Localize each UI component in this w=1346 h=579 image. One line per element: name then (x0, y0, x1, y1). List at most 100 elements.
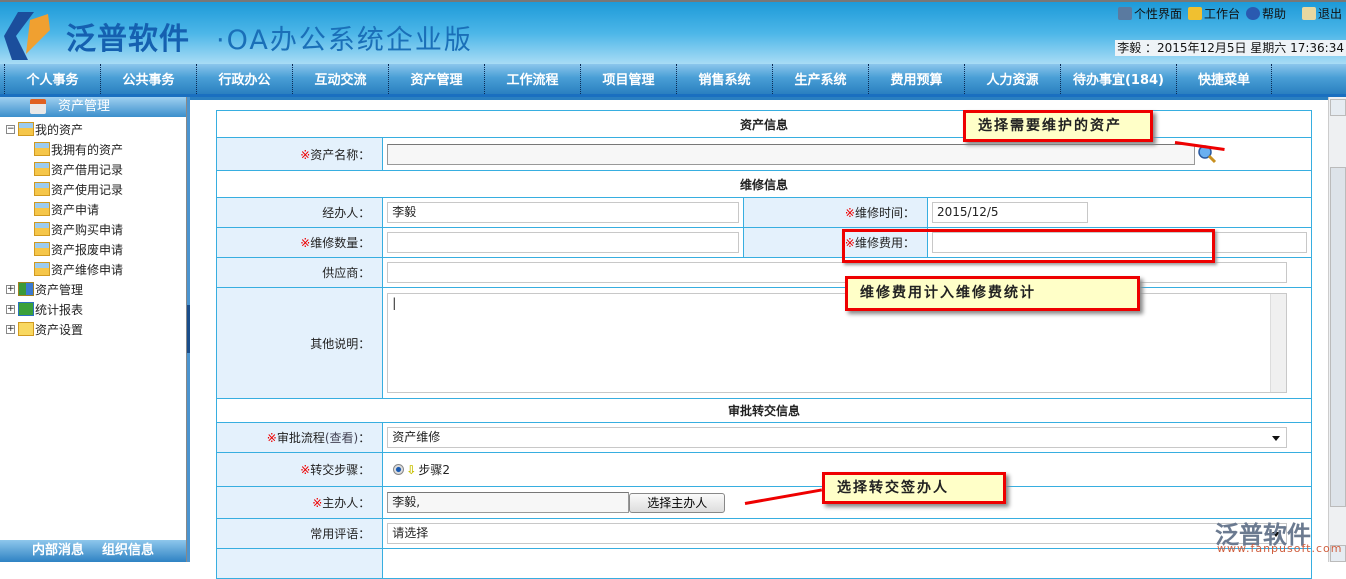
section-approval-info: 审批转交信息 (216, 398, 1312, 423)
repair-form-panel: 资产信息 ※资产名称： 维修信息 经办人： 李毅 ※维修时间： 2015/12/… (190, 97, 1328, 579)
select-owner-button[interactable]: 选择主办人 (629, 492, 726, 513)
extra-row-value (382, 548, 1312, 579)
folder-icon (34, 262, 50, 276)
nav-communication[interactable]: 互动交流 (292, 64, 388, 94)
tree-item[interactable]: 资产使用记录 (6, 179, 186, 199)
highlight-cost-field (842, 229, 1215, 263)
nav-production[interactable]: 生产系统 (772, 64, 868, 94)
personalize-link[interactable]: 个性界面 (1117, 5, 1182, 22)
callout-cost: 维修费用计入维修费统计 (845, 276, 1140, 311)
step-radio[interactable]: ⇩ 步骤2 (387, 461, 450, 478)
checkmark-icon (18, 302, 34, 316)
tree-item[interactable]: 资产借用记录 (6, 159, 186, 179)
nav-workflow[interactable]: 工作流程 (484, 64, 580, 94)
radio-selected-icon[interactable] (393, 464, 405, 475)
tree-item[interactable]: 资产维修申请 (6, 259, 186, 279)
header-banner: 泛普软件 ·OA办公系统企业版 个性界面 工作台 帮助 退出 李毅 ：2015年… (0, 0, 1346, 64)
sidebar-title: 资产管理 (0, 97, 186, 117)
asset-tree: − 我的资产 我拥有的资产 资产借用记录 资产使用记录 资产申请 资产购买申请 资… (0, 117, 186, 339)
brand-name: 泛普软件 (66, 22, 190, 57)
supplier-label: 供应商： (215, 257, 384, 288)
nav-sales[interactable]: 销售系统 (676, 64, 772, 94)
textarea-scrollbar[interactable] (1270, 294, 1287, 392)
note-textarea[interactable]: | (387, 293, 1288, 393)
tree-item[interactable]: 我拥有的资产 (6, 139, 186, 159)
monitor-icon (1117, 7, 1132, 20)
tree-item[interactable]: 资产报废申请 (6, 239, 186, 259)
expand-icon[interactable]: + (6, 284, 15, 294)
owner-input[interactable]: 李毅, (387, 492, 630, 513)
comment-select[interactable]: 请选择 (387, 523, 1288, 544)
workbench-link[interactable]: 工作台 (1187, 5, 1240, 22)
folder-icon (34, 162, 50, 176)
repair-time-label: ※维修时间： (743, 197, 928, 228)
tree-label: 资产使用记录 (51, 182, 124, 197)
nav-admin[interactable]: 行政办公 (196, 64, 292, 94)
step-label-text: 步骤2 (418, 463, 450, 477)
owner-label: ※主办人： (215, 486, 384, 519)
nav-projects[interactable]: 项目管理 (580, 64, 676, 94)
tree-label: 资产设置 (35, 322, 84, 337)
expand-icon[interactable]: + (6, 324, 15, 334)
scroll-thumb[interactable] (1330, 167, 1346, 507)
main-nav: 个人事务 公共事务 行政办公 互动交流 资产管理 工作流程 项目管理 销售系统 … (0, 64, 1346, 97)
scroll-up-icon[interactable] (1330, 99, 1346, 116)
tree-item[interactable]: 资产购买申请 (6, 219, 186, 239)
tree-label: 我拥有的资产 (51, 142, 124, 157)
page-scrollbar[interactable] (1328, 97, 1346, 562)
nav-budget[interactable]: 费用预算 (868, 64, 964, 94)
nav-personal[interactable]: 个人事务 (4, 64, 100, 94)
asset-name-label: ※资产名称： (215, 137, 384, 171)
home-icon (30, 99, 46, 114)
section-repair-info: 维修信息 (216, 170, 1312, 198)
tree-my-assets[interactable]: − 我的资产 (6, 119, 186, 139)
nav-shortcuts[interactable]: 快捷菜单 (1176, 64, 1272, 94)
flow-label: ※审批流程(查看)： (215, 422, 384, 453)
sidebar-footer: 内部消息 组织信息 (0, 540, 186, 562)
asset-name-input[interactable] (387, 143, 1196, 165)
nav-public[interactable]: 公共事务 (100, 64, 196, 94)
tree-asset-management[interactable]: + 资产管理 (6, 279, 186, 299)
expand-icon[interactable]: + (6, 304, 15, 314)
view-flow-link[interactable]: (查看) (325, 431, 358, 445)
nav-hr[interactable]: 人力资源 (964, 64, 1060, 94)
tree-label: 资产购买申请 (51, 222, 124, 237)
note-label: 其他说明： (215, 287, 384, 399)
org-info-link[interactable]: 组织信息 (102, 540, 154, 562)
watermark-url: www.fanpusoft.com (1217, 542, 1343, 555)
nav-assets[interactable]: 资产管理 (388, 64, 484, 94)
nav-todo[interactable]: 待办事宜(184) (1060, 64, 1176, 94)
repair-time-input[interactable]: 2015/12/5 (932, 202, 1088, 223)
sidebar-title-text: 资产管理 (58, 99, 111, 114)
collapse-icon[interactable]: − (6, 124, 15, 134)
callout-select-asset: 选择需要维护的资产 (963, 110, 1153, 142)
flag-icon (1187, 7, 1202, 20)
folder-icon (34, 242, 50, 256)
repair-form: 资产信息 ※资产名称： 维修信息 经办人： 李毅 ※维修时间： 2015/12/… (215, 110, 1312, 579)
flow-select[interactable]: 资产维修 (387, 427, 1288, 448)
tree-settings[interactable]: + 资产设置 (6, 319, 186, 339)
blocks-icon (18, 282, 34, 296)
sidebar: 资产管理 − 我的资产 我拥有的资产 资产借用记录 资产使用记录 资产申请 资产购… (0, 97, 187, 562)
tree-reports[interactable]: + 统计报表 (6, 299, 186, 319)
tree-item[interactable]: 资产申请 (6, 199, 186, 219)
logo-icon (4, 12, 50, 60)
tree-label: 资产维修申请 (51, 262, 124, 277)
folder-icon (18, 122, 34, 136)
watermark-logo: 泛普软件 www.fanpusoft.com (1215, 515, 1341, 555)
logout-link[interactable]: 退出 (1301, 5, 1342, 22)
workbench-label: 工作台 (1203, 7, 1240, 21)
exit-icon (1301, 7, 1316, 20)
handler-label: 经办人： (215, 197, 384, 228)
note-icon (18, 322, 34, 336)
supplier-input[interactable] (387, 262, 1288, 283)
logout-label: 退出 (1317, 7, 1342, 21)
folder-icon (34, 142, 50, 156)
help-link[interactable]: 帮助 (1245, 5, 1286, 22)
help-icon (1245, 7, 1260, 20)
handler-input[interactable]: 李毅 (387, 202, 740, 223)
internal-messages-link[interactable]: 内部消息 (32, 540, 84, 562)
tree-label: 资产借用记录 (51, 162, 124, 177)
qty-input[interactable] (387, 232, 740, 253)
personalize-label: 个性界面 (1133, 7, 1182, 21)
